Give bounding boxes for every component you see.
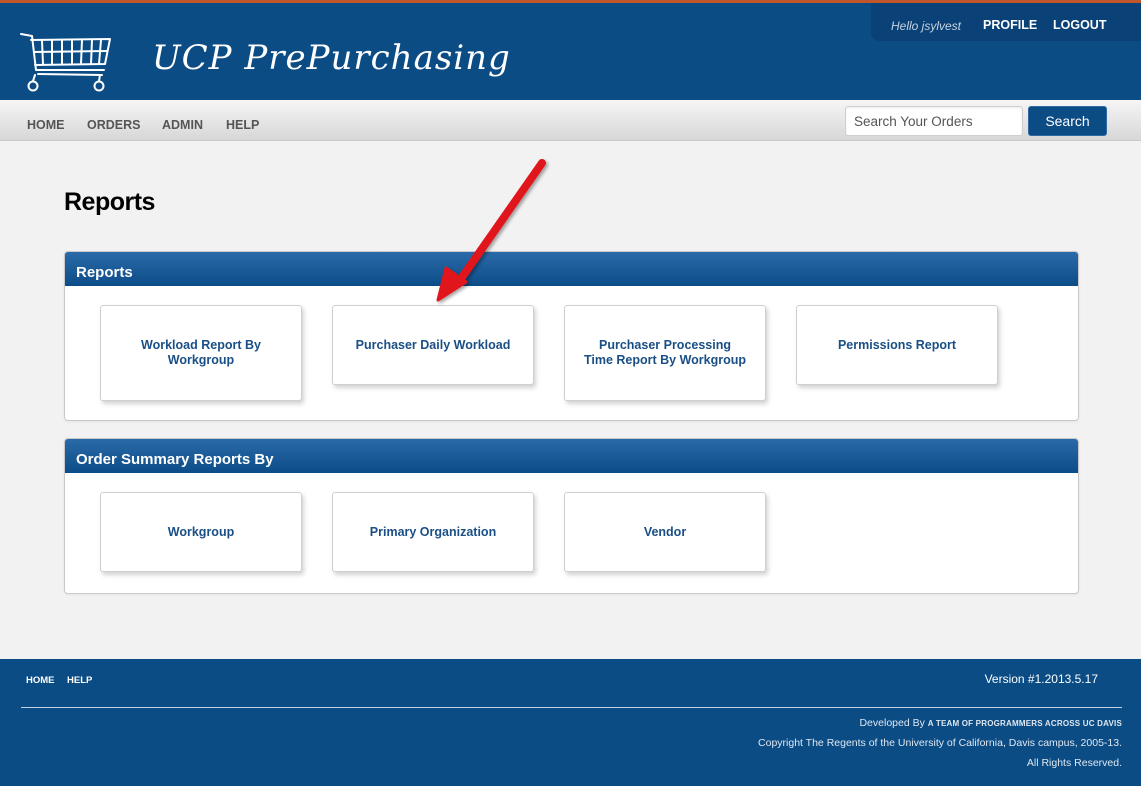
copyright-text: Copyright The Regents of the University … (758, 737, 1122, 749)
report-card-purchaser-daily-workload[interactable]: Purchaser Daily Workload (332, 305, 534, 385)
footer-link-home[interactable]: HOME (26, 675, 55, 686)
search-button[interactable]: Search (1028, 106, 1107, 136)
shopping-cart-icon[interactable] (18, 30, 114, 94)
rights-text: All Rights Reserved. (1026, 757, 1122, 769)
developed-by-prefix: Developed By (859, 717, 928, 729)
app-title[interactable]: UCP PrePurchasing (152, 38, 511, 78)
summary-card-vendor[interactable]: Vendor (564, 492, 766, 572)
nav-item-admin[interactable]: ADMIN (162, 118, 203, 132)
panel-title: Order Summary Reports By (65, 439, 1078, 473)
report-card-workload-by-workgroup[interactable]: Workload Report By Workgroup (100, 305, 302, 401)
nav-item-orders[interactable]: ORDERS (87, 118, 140, 132)
summary-card-workgroup[interactable]: Workgroup (100, 492, 302, 572)
developer-team: A TEAM OF PROGRAMMERS ACROSS UC DAVIS (927, 719, 1122, 728)
nav-item-home[interactable]: HOME (27, 118, 65, 132)
panel-title: Reports (65, 252, 1078, 286)
developed-by: Developed By A TEAM OF PROGRAMMERS ACROS… (859, 717, 1122, 729)
profile-link[interactable]: PROFILE (983, 18, 1037, 32)
greeting-text: Hello jsylvest (891, 19, 962, 33)
version-text: Version #1.2013.5.17 (984, 672, 1098, 686)
footer-divider (21, 707, 1122, 708)
summary-card-primary-organization[interactable]: Primary Organization (332, 492, 534, 572)
logout-link[interactable]: LOGOUT (1053, 18, 1106, 32)
footer-link-help[interactable]: HELP (67, 675, 92, 686)
nav-item-help[interactable]: HELP (226, 118, 259, 132)
report-card-purchaser-processing-time[interactable]: Purchaser Processing Time Report By Work… (564, 305, 766, 401)
report-card-permissions[interactable]: Permissions Report (796, 305, 998, 385)
page-title: Reports (64, 188, 155, 216)
search-input[interactable] (845, 106, 1023, 136)
